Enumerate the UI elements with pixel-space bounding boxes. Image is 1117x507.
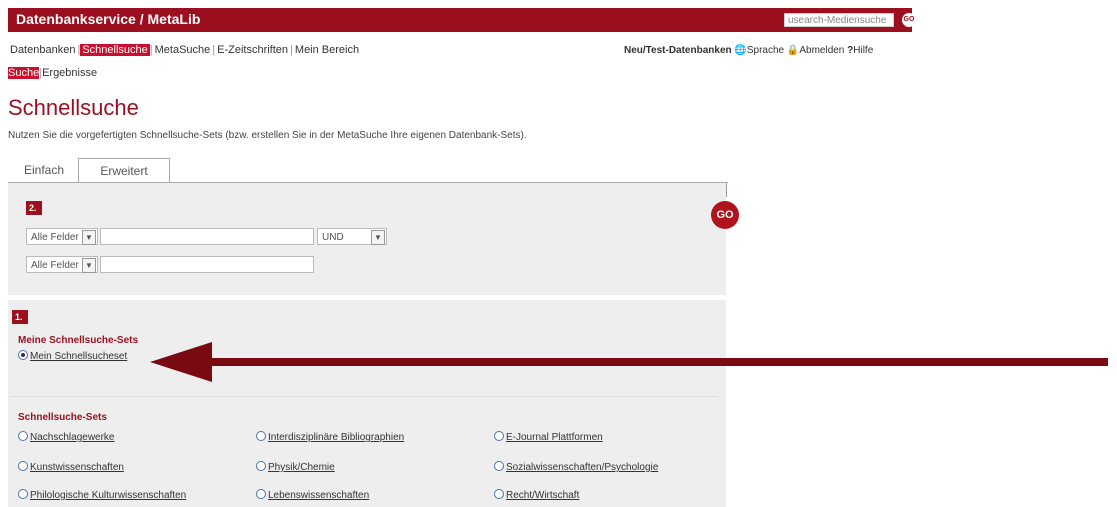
search-term-input-2[interactable] — [100, 256, 314, 273]
radio-set[interactable]: Kunstwissenschaften — [18, 461, 124, 473]
help-link[interactable]: Hilfe — [853, 45, 873, 56]
search-input[interactable]: usearch-Mediensuche — [784, 13, 894, 27]
page-title: Schnellsuche — [8, 95, 139, 120]
radio-set[interactable]: Nachschlagewerke — [18, 431, 115, 443]
nav-metasuche[interactable]: MetaSuche — [153, 44, 213, 56]
annotation-arrow-icon — [150, 342, 1108, 382]
chevron-down-icon: ▼ — [371, 230, 385, 245]
operator-select[interactable]: UND ▼ — [317, 228, 387, 245]
chevron-down-icon: ▼ — [82, 258, 96, 273]
radio-selected-icon — [18, 350, 28, 361]
radio-set[interactable]: Lebenswissenschaften — [256, 489, 369, 501]
main-nav: Datenbanken | Schnellsuche | MetaSuche | E-Zei… — [8, 44, 361, 56]
subnav-ergebnisse[interactable]: Ergebnisse — [42, 67, 97, 79]
go-button[interactable]: GO — [711, 201, 739, 229]
radio-set[interactable]: Philologische Kulturwissenschaften — [18, 489, 186, 501]
radio-set[interactable]: Sozialwissenschaften/Psychologie — [494, 461, 658, 473]
go-connector — [726, 183, 727, 197]
app-title: Datenbankservice / MetaLib — [16, 11, 201, 27]
field-select-2[interactable]: Alle Felder ▼ — [26, 256, 98, 273]
schnellsuche-sets-title: Schnellsuche-Sets — [18, 412, 107, 423]
globe-icon: 🌐 — [734, 45, 747, 56]
step-1-marker: 1. — [12, 310, 28, 324]
radio-set[interactable]: E-Journal Plattformen — [494, 431, 603, 443]
search-go-button[interactable]: GO — [902, 13, 916, 27]
field-select-1[interactable]: Alle Felder ▼ — [26, 228, 98, 245]
new-databases-link[interactable]: Neu/Test-Datenbanken — [624, 45, 732, 56]
step-2-marker: 2. — [26, 201, 42, 215]
nav-schnellsuche[interactable]: Schnellsuche — [80, 44, 150, 56]
search-form-panel: 2. Alle Felder ▼ UND ▼ Alle Felder ▼ — [8, 183, 726, 295]
sets-panel: 1. Meine Schnellsuche-Sets Mein Schnells… — [8, 300, 726, 507]
tab-einfach[interactable]: Einfach — [24, 158, 64, 182]
logout-link[interactable]: Abmelden — [799, 45, 844, 56]
subnav-suche[interactable]: Suche — [8, 67, 40, 79]
radio-set[interactable]: Physik/Chemie — [256, 461, 335, 473]
lock-icon: 🔒 — [786, 45, 800, 56]
meine-sets-title: Meine Schnellsuche-Sets — [18, 335, 139, 346]
section-divider — [10, 396, 718, 397]
nav-mein-bereich[interactable]: Mein Bereich — [293, 44, 361, 56]
chevron-down-icon: ▼ — [82, 230, 96, 245]
radio-mein-schnellsucheset[interactable]: Mein Schnellsucheset — [18, 350, 127, 362]
tab-erweitert[interactable]: Erweitert — [78, 158, 170, 183]
top-right-links: Neu/Test-Datenbanken 🌐Sprache 🔒Abmelden … — [624, 45, 873, 56]
nav-e-zeitschriften[interactable]: E-Zeitschriften — [215, 44, 290, 56]
title-bar: Datenbankservice / MetaLib usearch-Medie… — [8, 8, 916, 32]
radio-set[interactable]: Recht/Wirtschaft — [494, 489, 579, 501]
nav-datenbanken[interactable]: Datenbanken — [8, 44, 77, 56]
radio-set[interactable]: Interdisziplinäre Bibliographien — [256, 431, 404, 443]
intro-text: Nutzen Sie die vorgefertigten Schnellsuc… — [8, 130, 527, 141]
search-term-input-1[interactable] — [100, 228, 314, 245]
language-link[interactable]: Sprache — [747, 45, 784, 56]
sub-nav: Suche|Ergebnisse — [8, 67, 98, 79]
